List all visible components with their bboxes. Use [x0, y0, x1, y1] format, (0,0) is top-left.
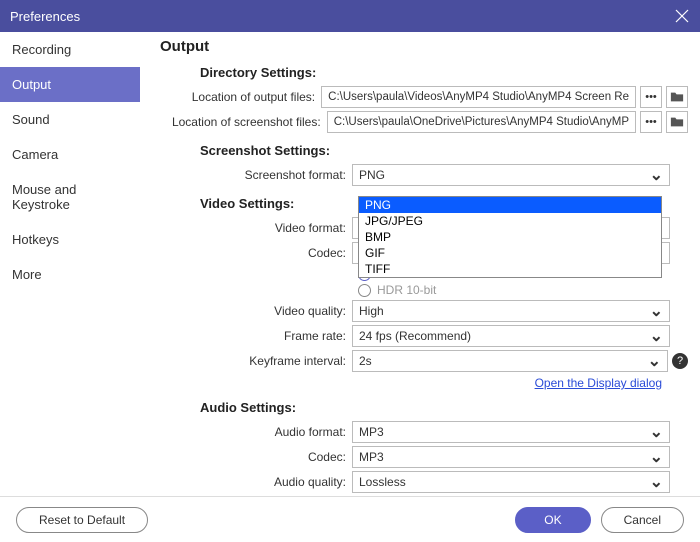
screenshot-path-input[interactable]: C:\Users\paula\OneDrive\Pictures\AnyMP4 …	[327, 111, 636, 133]
chevron-down-icon: ⌄	[650, 326, 663, 346]
screenshot-format-select[interactable]: PNG ⌄	[352, 164, 670, 186]
folder-icon[interactable]	[666, 86, 688, 108]
frame-rate-value: 24 fps (Recommend)	[359, 329, 471, 343]
titlebar: Preferences	[0, 0, 700, 32]
page-title: Output	[160, 38, 688, 55]
sidebar-item-more[interactable]: More	[0, 257, 140, 292]
chevron-down-icon: ⌄	[650, 165, 663, 185]
dropdown-option-tiff[interactable]: TIFF	[359, 261, 661, 277]
frame-rate-label: Frame rate:	[152, 329, 352, 343]
sidebar-item-sound[interactable]: Sound	[0, 102, 140, 137]
preferences-window: Preferences Recording Output Sound Camer…	[0, 0, 700, 542]
footer: Reset to Default OK Cancel	[0, 496, 700, 542]
content-panel: Output Directory Settings: Location of o…	[140, 32, 700, 496]
output-path-label: Location of output files:	[152, 90, 321, 104]
audio-codec-value: MP3	[359, 450, 384, 464]
window-title: Preferences	[10, 9, 674, 24]
help-icon[interactable]: ?	[672, 353, 688, 369]
video-codec-label: Codec:	[152, 246, 352, 260]
screenshot-section: Screenshot Settings:	[200, 143, 688, 158]
chevron-down-icon: ⌄	[650, 472, 663, 492]
radio-hdr10bit-label: HDR 10-bit	[377, 283, 436, 297]
audio-format-label: Audio format:	[152, 425, 352, 439]
more-icon[interactable]: •••	[640, 111, 662, 133]
display-dialog-link[interactable]: Open the Display dialog	[152, 376, 662, 390]
close-icon[interactable]	[674, 8, 690, 24]
radio-hdr10bit[interactable]	[358, 284, 371, 297]
screenshot-path-label: Location of screenshot files:	[152, 115, 327, 129]
dropdown-option-bmp[interactable]: BMP	[359, 229, 661, 245]
audio-section: Audio Settings:	[200, 400, 688, 415]
video-quality-select[interactable]: High ⌄	[352, 300, 670, 322]
dropdown-option-png[interactable]: PNG	[359, 197, 661, 213]
folder-icon[interactable]	[666, 111, 688, 133]
chevron-down-icon: ⌄	[650, 301, 663, 321]
audio-quality-label: Audio quality:	[152, 475, 352, 489]
audio-format-value: MP3	[359, 425, 384, 439]
sidebar-item-output[interactable]: Output	[0, 67, 140, 102]
chevron-down-icon: ⌄	[648, 351, 661, 371]
video-quality-label: Video quality:	[152, 304, 352, 318]
audio-codec-select[interactable]: MP3 ⌄	[352, 446, 670, 468]
more-icon[interactable]: •••	[640, 86, 662, 108]
screenshot-format-value: PNG	[359, 168, 385, 182]
dropdown-option-gif[interactable]: GIF	[359, 245, 661, 261]
ok-button[interactable]: OK	[515, 507, 590, 533]
audio-format-select[interactable]: MP3 ⌄	[352, 421, 670, 443]
sidebar-item-camera[interactable]: Camera	[0, 137, 140, 172]
screenshot-format-label: Screenshot format:	[152, 168, 352, 182]
keyframe-select[interactable]: 2s ⌄	[352, 350, 668, 372]
audio-codec-label: Codec:	[152, 450, 352, 464]
keyframe-value: 2s	[359, 354, 372, 368]
chevron-down-icon: ⌄	[650, 447, 663, 467]
frame-rate-select[interactable]: 24 fps (Recommend) ⌄	[352, 325, 670, 347]
audio-quality-value: Lossless	[359, 475, 406, 489]
directory-section: Directory Settings:	[200, 65, 688, 80]
dropdown-option-jpg[interactable]: JPG/JPEG	[359, 213, 661, 229]
sidebar-item-mouse-keystroke[interactable]: Mouse and Keystroke	[0, 172, 140, 222]
screenshot-format-dropdown[interactable]: PNG JPG/JPEG BMP GIF TIFF	[358, 196, 662, 278]
sidebar-item-recording[interactable]: Recording	[0, 32, 140, 67]
keyframe-label: Keyframe interval:	[152, 354, 352, 368]
reset-button[interactable]: Reset to Default	[16, 507, 148, 533]
cancel-button[interactable]: Cancel	[601, 507, 684, 533]
video-format-label: Video format:	[152, 221, 352, 235]
chevron-down-icon: ⌄	[650, 422, 663, 442]
sidebar: Recording Output Sound Camera Mouse and …	[0, 32, 140, 496]
audio-quality-select[interactable]: Lossless ⌄	[352, 471, 670, 493]
output-path-input[interactable]: C:\Users\paula\Videos\AnyMP4 Studio\AnyM…	[321, 86, 636, 108]
sidebar-item-hotkeys[interactable]: Hotkeys	[0, 222, 140, 257]
video-quality-value: High	[359, 304, 384, 318]
